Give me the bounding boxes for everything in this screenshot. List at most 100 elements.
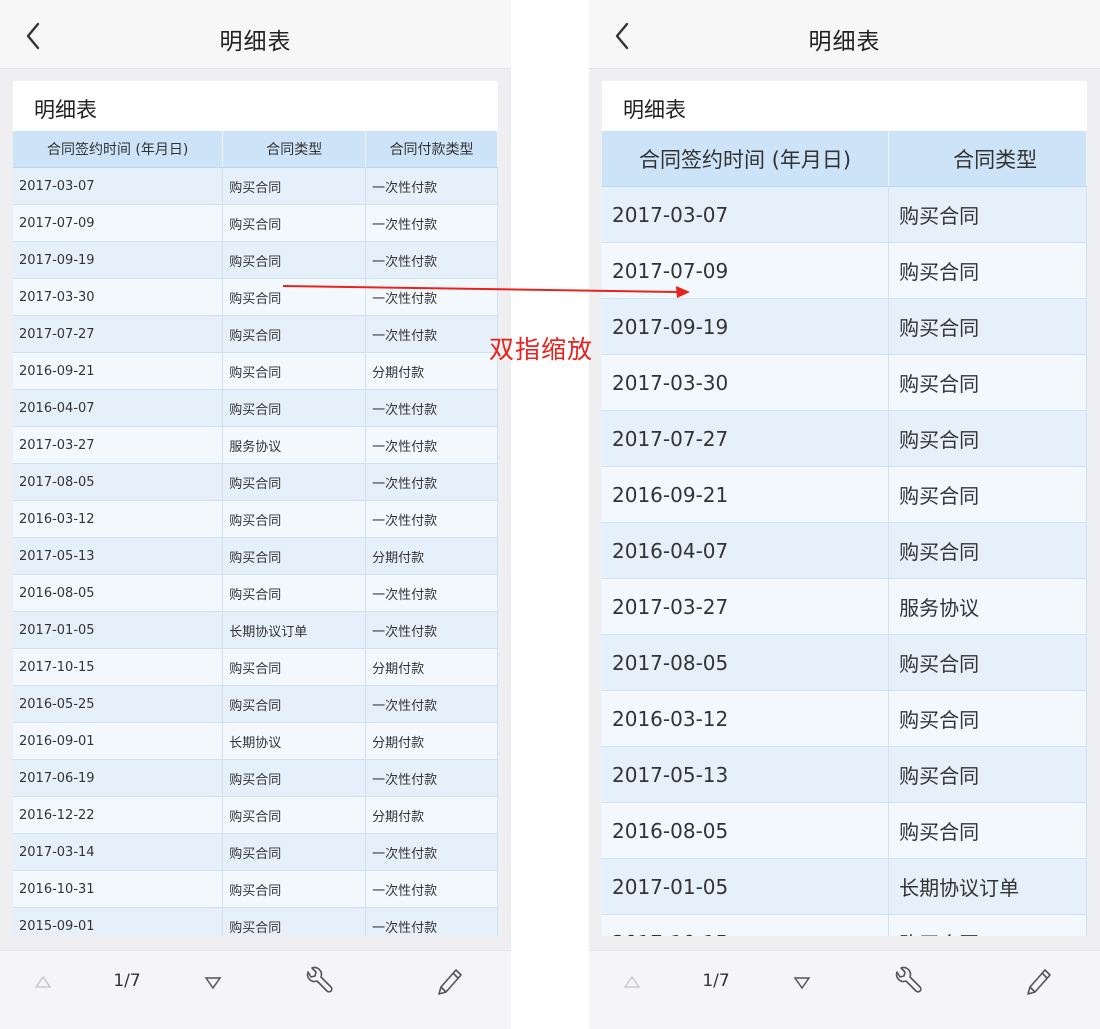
- table-cell: 2017-10-15: [13, 648, 224, 686]
- report-card: 明细表 合同签约时间 (年月日) 合同类型 2017-03-07 购买合同 2017…: [602, 81, 1087, 936]
- table-row[interactable]: 2016-05-25 购买合同 一次性付款: [13, 685, 498, 723]
- table-cell: 购买合同: [888, 354, 1087, 411]
- table-row[interactable]: 2017-07-09 购买合同 一次性付款: [13, 204, 498, 242]
- table-row[interactable]: 2016-04-07 购买合同: [602, 522, 1087, 579]
- triangle-up-icon: [623, 975, 641, 988]
- table-cell: 2017-08-05: [602, 634, 890, 691]
- tools-button[interactable]: [300, 963, 336, 995]
- table-cell: 一次性付款: [365, 241, 498, 279]
- triangle-down-icon: [204, 977, 222, 990]
- tools-button[interactable]: [889, 963, 925, 995]
- table-row[interactable]: 2017-05-13 购买合同 分期付款: [13, 537, 498, 575]
- table-cell: 购买合同: [222, 500, 367, 538]
- column-header-contract-type[interactable]: 合同类型: [222, 131, 367, 168]
- table-cell: 2016-09-21: [13, 352, 224, 390]
- table-cell: 2017-03-27: [602, 578, 890, 635]
- table-row[interactable]: 2017-10-15购买合同: [602, 914, 1087, 936]
- table-row[interactable]: 2017-10-15 购买合同 分期付款: [13, 648, 498, 686]
- table-cell: 一次性付款: [365, 759, 498, 797]
- table-row[interactable]: 2017-01-05 长期协议订单 一次性付款: [13, 611, 498, 649]
- table-cell: 购买合同: [888, 242, 1087, 299]
- table-row[interactable]: 2017-03-30 购买合同: [602, 354, 1087, 411]
- table-row[interactable]: 2016-10-31 购买合同 一次性付款: [13, 870, 498, 908]
- table-cell: 购买合同: [222, 648, 367, 686]
- table-row[interactable]: 2015-09-01 购买合同 一次性付款: [13, 907, 498, 936]
- table-cell: 一次性付款: [365, 870, 498, 908]
- table-cell: 购买合同: [222, 463, 367, 501]
- table-cell: 2016-04-07: [13, 389, 224, 427]
- table-cell: 分期付款: [365, 796, 498, 834]
- table-cell: 2017-07-27: [13, 315, 224, 353]
- table-row[interactable]: 2016-03-12 购买合同 一次性付款: [13, 500, 498, 538]
- table-row[interactable]: 2016-09-01 长期协议 分期付款: [13, 722, 498, 760]
- pencil-icon: [1027, 969, 1051, 995]
- table-row[interactable]: 2017-03-14 购买合同 一次性付款: [13, 833, 498, 871]
- table-cell: 购买合同: [222, 574, 367, 612]
- column-header-sign-date[interactable]: 合同签约时间 (年月日): [602, 131, 890, 187]
- table-row[interactable]: 2017-09-19 购买合同: [602, 298, 1087, 355]
- table-row[interactable]: 2017-08-05 购买合同: [602, 634, 1087, 691]
- table-cell: 2017-06-19: [13, 759, 224, 797]
- column-header-sign-date[interactable]: 合同签约时间 (年月日): [13, 131, 224, 168]
- edit-button[interactable]: [433, 964, 463, 996]
- page-title: 明细表: [808, 29, 881, 55]
- table-cell: 一次性付款: [365, 167, 498, 205]
- table-viewport[interactable]: 合同签约时间 (年月日) 合同类型 合同付款类型 2017-03-07 购买合同一…: [13, 131, 498, 936]
- table-row[interactable]: 2017-03-27 服务协议 一次性付款: [13, 426, 498, 464]
- table-cell: 购买合同: [222, 315, 367, 353]
- triangle-up-icon: [34, 975, 52, 988]
- table-cell: 2017-03-07: [13, 167, 224, 205]
- table-cell: 2017-09-19: [13, 241, 224, 279]
- page-indicator: 1/7: [702, 971, 730, 991]
- column-header-contract-type[interactable]: 合同类型: [888, 131, 1087, 187]
- table-cell: 购买合同: [222, 352, 367, 390]
- table-row[interactable]: 2017-07-27 购买合同: [602, 410, 1087, 467]
- table-cell: 购买合同: [222, 796, 367, 834]
- next-page-button[interactable]: [203, 966, 223, 998]
- table-row[interactable]: 2017-01-05 长期协议订单: [602, 858, 1087, 915]
- table-row[interactable]: 2017-03-07 购买合同 一次性付款: [13, 167, 498, 205]
- phone-screen-before-zoom: 明细表 明细表 合同签约时间 (年月日) 合同类型 合同付款类型 2017-03…: [0, 0, 511, 1029]
- table-row[interactable]: 2017-03-07 购买合同: [602, 186, 1087, 243]
- next-page-button[interactable]: [792, 966, 812, 998]
- table-row[interactable]: 2016-12-22 购买合同 分期付款: [13, 796, 498, 834]
- column-header-payment-type[interactable]: 合同付款类型: [365, 131, 498, 168]
- table-row[interactable]: 2016-04-07 购买合同 一次性付款: [13, 389, 498, 427]
- table-cell: 一次性付款: [365, 389, 498, 427]
- table-cell: 服务协议: [222, 426, 367, 464]
- table-cell: 一次性付款: [365, 574, 498, 612]
- table-row[interactable]: 2017-03-30 购买合同 一次性付款: [13, 278, 498, 316]
- table-viewport[interactable]: 合同签约时间 (年月日) 合同类型 2017-03-07 购买合同 2017-07-…: [602, 131, 1087, 936]
- table-row[interactable]: 2017-06-19 购买合同 一次性付款: [13, 759, 498, 797]
- table-cell: 购买合同: [888, 690, 1087, 747]
- table-cell: 一次性付款: [365, 833, 498, 871]
- table-row[interactable]: 2017-05-13 购买合同: [602, 746, 1087, 803]
- table-cell: 一次性付款: [365, 315, 498, 353]
- detail-table: 合同签约时间 (年月日) 合同类型 合同付款类型 2017-03-07 购买合同一…: [13, 131, 498, 936]
- table-cell: 购买合同: [888, 186, 1087, 243]
- table-cell: 2017-03-30: [13, 278, 224, 316]
- table-cell: 2017-09-19: [602, 298, 890, 355]
- table-cell: 购买合同: [888, 522, 1087, 579]
- table-cell: 分期付款: [365, 537, 498, 575]
- table-row[interactable]: 2017-03-27 服务协议: [602, 578, 1087, 635]
- previous-page-button[interactable]: [33, 966, 53, 998]
- table-row[interactable]: 2016-08-05 购买合同 一次性付款: [13, 574, 498, 612]
- table-row[interactable]: 2017-07-09 购买合同: [602, 242, 1087, 299]
- edit-button[interactable]: [1022, 964, 1052, 996]
- table-row[interactable]: 2017-07-27 购买合同 一次性付款: [13, 315, 498, 353]
- table-cell: 2016-08-05: [13, 574, 224, 612]
- table-header-row: 合同签约时间 (年月日) 合同类型 合同付款类型: [13, 131, 498, 168]
- pencil-icon: [438, 969, 462, 995]
- table-cell: 2016-12-22: [13, 796, 224, 834]
- table-body: 2017-03-07 购买合同 一次性付款 2017-07-09 购买合同 一次性付款 20…: [13, 167, 498, 936]
- table-header-row: 合同签约时间 (年月日) 合同类型: [602, 131, 1087, 187]
- table-row[interactable]: 2016-09-21 购买合同 分期付款: [13, 352, 498, 390]
- previous-page-button[interactable]: [622, 966, 642, 998]
- table-row[interactable]: 2017-08-05 购买合同 一次性付款: [13, 463, 498, 501]
- pinch-zoom-label: 双指缩放: [489, 335, 594, 364]
- table-row[interactable]: 2016-09-21 购买合同: [602, 466, 1087, 523]
- table-row[interactable]: 2017-09-19 购买合同 一次性付款: [13, 241, 498, 279]
- table-row[interactable]: 2016-08-05 购买合同: [602, 802, 1087, 859]
- table-row[interactable]: 2016-03-12 购买合同: [602, 690, 1087, 747]
